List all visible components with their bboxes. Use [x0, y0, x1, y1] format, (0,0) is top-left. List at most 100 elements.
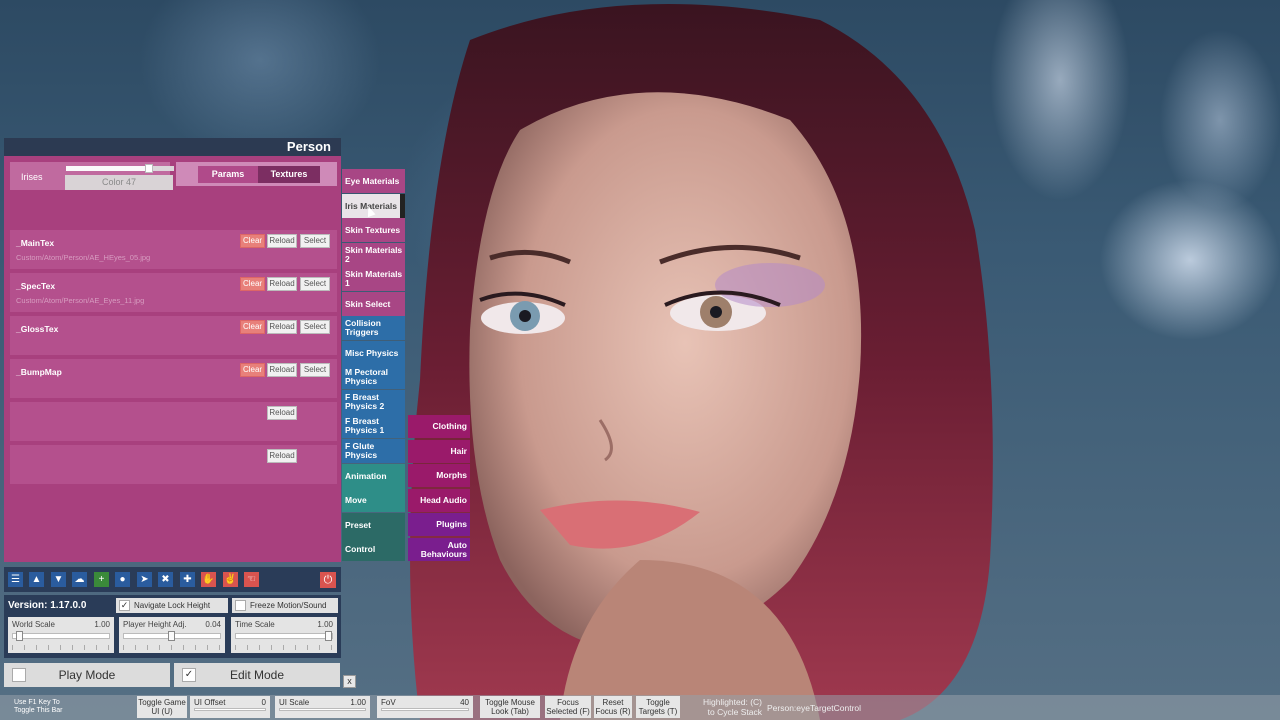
save-scene-icon[interactable]: ▼: [51, 572, 66, 587]
menu-eye-materials[interactable]: Eye Materials: [342, 169, 405, 193]
toggle-targets-button[interactable]: Toggle Targets (T): [636, 696, 680, 718]
slider-value[interactable]: 1.00: [94, 620, 110, 629]
hand-point-icon[interactable]: ☜: [244, 572, 259, 587]
freeze-motion-toggle[interactable]: Freeze Motion/Sound: [232, 598, 338, 613]
iris-slider-handle[interactable]: [145, 164, 154, 173]
menu-control[interactable]: Control: [342, 537, 405, 561]
menu-skin-select[interactable]: Skin Select: [342, 292, 405, 316]
ui-scale-slider[interactable]: UI Scale 1.00: [275, 696, 370, 718]
tab-textures[interactable]: Textures: [258, 166, 320, 183]
mode-bar: Play Mode ✓ Edit Mode: [4, 663, 341, 688]
slider-handle[interactable]: [325, 631, 332, 641]
select-button[interactable]: Select: [300, 320, 330, 334]
clear-button[interactable]: Clear: [240, 234, 265, 248]
select-button[interactable]: Select: [300, 234, 330, 248]
slider-label: UI Offset: [194, 698, 226, 707]
slider-value[interactable]: 1.00: [350, 698, 366, 707]
fov-slider[interactable]: FoV 40: [377, 696, 473, 718]
tab-params[interactable]: Params: [198, 166, 258, 183]
ui-offset-slider[interactable]: UI Offset 0: [190, 696, 270, 718]
slider-value[interactable]: 40: [460, 698, 469, 707]
edit-mode-button[interactable]: ✓ Edit Mode: [174, 663, 340, 687]
menu-skin-materials-2[interactable]: Skin Materials 2: [342, 243, 405, 267]
tools-icon[interactable]: ✖: [158, 572, 173, 587]
add-atom-icon[interactable]: +: [94, 572, 109, 587]
checkbox[interactable]: ✓: [119, 600, 130, 611]
slider-label: UI Scale: [279, 698, 310, 707]
iris-value-field[interactable]: Color 47: [65, 175, 173, 190]
slider-value[interactable]: 1.00: [317, 620, 333, 629]
power-icon[interactable]: ⏻: [320, 572, 336, 588]
reload-button[interactable]: Reload: [267, 363, 297, 377]
select-icon[interactable]: ➤: [137, 572, 152, 587]
menu-m-pectoral-physics[interactable]: M Pectoral Physics: [342, 365, 405, 389]
menu-f-breast-physics-2[interactable]: F Breast Physics 2: [342, 390, 405, 414]
cloud-icon[interactable]: ☁: [72, 572, 87, 587]
slider-label: Player Height Adj.: [123, 620, 187, 629]
checkbox[interactable]: [235, 600, 246, 611]
f1-hint: Use F1 Key To Toggle This Bar: [14, 699, 63, 714]
person-icon[interactable]: ●: [115, 572, 130, 587]
texture-name: _BumpMap: [16, 367, 62, 377]
slider-track[interactable]: [279, 708, 366, 711]
menu-misc-physics[interactable]: Misc Physics: [342, 341, 405, 365]
clear-button[interactable]: Clear: [240, 363, 265, 377]
menu-clothing[interactable]: Clothing: [408, 415, 470, 438]
hand-icon[interactable]: ✋: [201, 572, 216, 587]
menu-preset[interactable]: Preset: [342, 513, 405, 537]
menu-f-breast-physics-1[interactable]: F Breast Physics 1: [342, 414, 405, 438]
clear-button[interactable]: Clear: [240, 320, 265, 334]
time-scale-slider[interactable]: Time Scale 1.00: [231, 617, 337, 653]
menu-f-glute-physics[interactable]: F Glute Physics: [342, 439, 405, 463]
texture-slot-empty: Reload: [10, 402, 337, 441]
menu-auto-behaviours[interactable]: Auto Behaviours: [408, 538, 470, 561]
toggle-game-ui-button[interactable]: Toggle Game UI (U): [137, 696, 187, 718]
close-button[interactable]: x: [343, 675, 356, 688]
status-bar: Use F1 Key To Toggle This Bar Toggle Gam…: [0, 695, 1280, 720]
menu-skin-textures[interactable]: Skin Textures: [342, 218, 405, 242]
slider-track[interactable]: [235, 633, 333, 639]
reload-button[interactable]: Reload: [267, 277, 297, 291]
slider-value[interactable]: 0: [262, 698, 266, 707]
navigate-lock-height-toggle[interactable]: ✓ Navigate Lock Height: [116, 598, 228, 613]
slider-track[interactable]: [12, 633, 110, 639]
toggle-mouse-look-button[interactable]: Toggle Mouse Look (Tab): [480, 696, 540, 718]
reload-button[interactable]: Reload: [267, 234, 297, 248]
toggle-label: Freeze Motion/Sound: [250, 601, 327, 610]
menu-plugins[interactable]: Plugins: [408, 513, 470, 536]
checkbox[interactable]: [12, 668, 26, 682]
slider-track[interactable]: [381, 708, 469, 711]
slider-handle[interactable]: [168, 631, 175, 641]
slider-label: Time Scale: [235, 620, 275, 629]
checkbox[interactable]: ✓: [182, 668, 196, 682]
slider-track[interactable]: [194, 708, 266, 711]
menu-icon[interactable]: ☰: [8, 572, 23, 587]
reload-button[interactable]: Reload: [267, 449, 297, 463]
select-button[interactable]: Select: [300, 363, 330, 377]
texture-slot-spectex: _SpecTex Custom/Atom/Person/AE_Eyes_11.j…: [10, 273, 337, 312]
texture-path: Custom/Atom/Person/AE_HEyes_05.jpg: [16, 253, 151, 262]
open-scene-icon[interactable]: ▲: [29, 572, 44, 587]
menu-move[interactable]: Move: [342, 488, 405, 512]
world-scale-slider[interactable]: World Scale 1.00: [8, 617, 114, 653]
slider-ticks: [12, 645, 110, 650]
player-height-slider[interactable]: Player Height Adj. 0.04: [119, 617, 225, 653]
reload-button[interactable]: Reload: [267, 406, 297, 420]
menu-collision-triggers[interactable]: Collision Triggers: [342, 316, 405, 340]
plus-icon[interactable]: ✚: [180, 572, 195, 587]
reload-button[interactable]: Reload: [267, 320, 297, 334]
menu-hair[interactable]: Hair: [408, 440, 470, 463]
slider-handle[interactable]: [16, 631, 23, 641]
menu-animation[interactable]: Animation: [342, 464, 405, 488]
menu-skin-materials-1[interactable]: Skin Materials 1: [342, 267, 405, 291]
slider-value[interactable]: 0.04: [205, 620, 221, 629]
menu-morphs[interactable]: Morphs: [408, 464, 470, 487]
play-mode-button[interactable]: Play Mode: [4, 663, 170, 687]
select-button[interactable]: Select: [300, 277, 330, 291]
iris-slider[interactable]: [66, 164, 174, 173]
clear-button[interactable]: Clear: [240, 277, 265, 291]
menu-head-audio[interactable]: Head Audio: [408, 489, 470, 512]
grab-hand-icon[interactable]: ✌: [223, 572, 238, 587]
reset-focus-button[interactable]: Reset Focus (R): [594, 696, 632, 718]
focus-selected-button[interactable]: Focus Selected (F): [545, 696, 591, 718]
